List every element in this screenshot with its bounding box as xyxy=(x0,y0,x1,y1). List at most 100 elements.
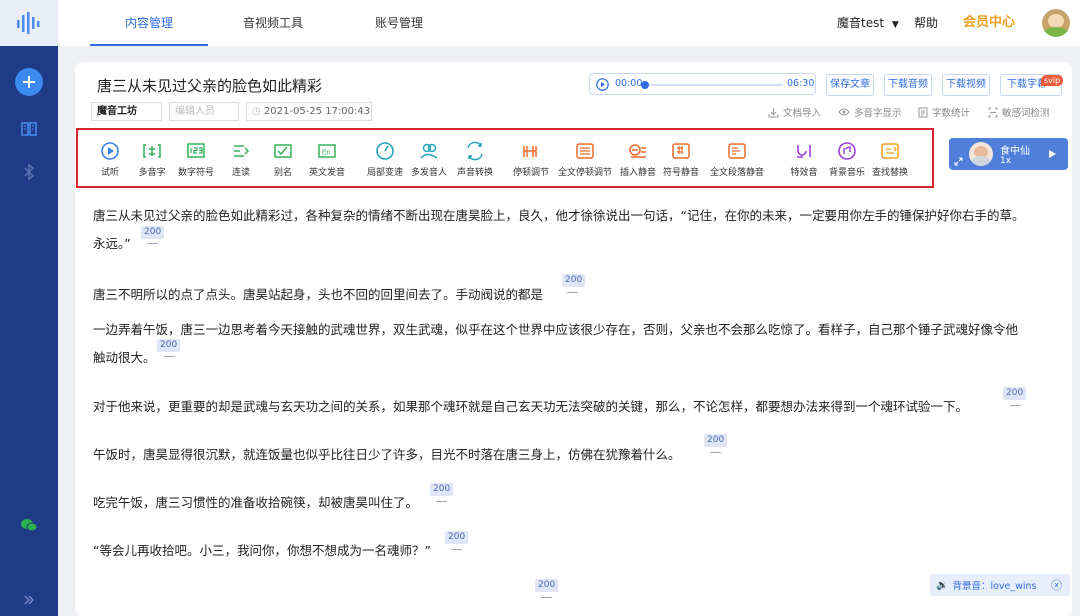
paragraph[interactable]: “等会儿再收拾吧。小三，我问你，你想不想成为一名魂师？” xyxy=(93,537,431,565)
pause-tag[interactable]: 200 xyxy=(562,274,586,287)
wechat-icon xyxy=(21,519,37,532)
top-bar: 内容管理 音视频工具 账号管理 魔音test ▼ 帮助 会员中心 xyxy=(58,0,1080,46)
word-count-button[interactable]: 字数统计 xyxy=(918,105,970,119)
bluetooth-audio-icon xyxy=(24,163,35,181)
speaker-icon: 🔉 xyxy=(936,579,949,591)
alias-icon xyxy=(274,144,292,158)
svg-text:En: En xyxy=(322,150,331,157)
paragraph[interactable]: 唐三从未见过父亲的脸色如此精彩过，各种复杂的情绪不断出现在唐昊脸上，良久，他才徐… xyxy=(93,202,1024,258)
sensitive-word-button[interactable]: 敏感词检测 xyxy=(988,105,1050,119)
voice-speed: 1x xyxy=(1000,156,1012,166)
close-icon[interactable]: ⓧ xyxy=(1051,577,1062,593)
paragraph[interactable]: 午饭时，唐昊显得很沉默，就连饭量也似乎比往日少了许多，目光不时落在唐三身上，仿佛… xyxy=(93,441,681,469)
tab-account[interactable]: 账号管理 xyxy=(340,0,458,46)
liaison-icon xyxy=(234,145,250,157)
show-polyphone-button[interactable]: 多音字显示 xyxy=(838,105,902,119)
paragraph-line[interactable]: 触动很大。 xyxy=(93,344,1018,372)
paragraph[interactable]: 一边弄着午饭，唐三一边思考着今天接触的武魂世界，双生武魂，似乎在这个世界中应该很… xyxy=(93,316,1018,372)
pause-adjust-icon xyxy=(523,146,537,157)
tool-label: 试听 xyxy=(100,168,119,178)
paragraph-line[interactable]: 对于他来说，更重要的却是武魂与玄天功之间的关系，如果那个魂环就是自己玄天功无法突… xyxy=(93,393,968,421)
expand-icon[interactable] xyxy=(954,157,963,166)
tool-english[interactable]: En 英文发音 xyxy=(299,141,355,178)
sidebar-item-audio[interactable] xyxy=(0,163,58,181)
speed-icon xyxy=(376,142,394,160)
bgm-label: 背景音：love_wins xyxy=(952,581,1037,592)
tool-label: 多发音人 xyxy=(410,168,447,178)
background-music-bar[interactable]: 🔉 背景音：love_wins ⓧ xyxy=(930,574,1070,596)
paragraph[interactable]: 唐三不明所以的点了点头。唐昊站起身，头也不回的回里间去了。手动阀说的都是 xyxy=(93,281,543,309)
tool-label: 全文段落静音 xyxy=(709,168,764,178)
paragraph-line[interactable]: 一边弄着午饭，唐三一边思考着今天接触的武魂世界，双生武魂，似乎在这个世界中应该很… xyxy=(93,316,1018,344)
english-icon: En xyxy=(318,144,336,158)
pause-tag[interactable]: 200 xyxy=(1003,387,1027,400)
audio-progress-track[interactable] xyxy=(641,81,783,89)
polyphone-icon xyxy=(143,144,161,158)
pause-marker xyxy=(436,501,447,502)
tab-content[interactable]: 内容管理 xyxy=(90,0,208,46)
tool-label: 全文停顿调节 xyxy=(557,168,612,178)
vip-center-link[interactable]: 会员中心 xyxy=(963,0,1015,46)
play-circle-icon[interactable] xyxy=(596,78,609,91)
insert-silence-icon xyxy=(629,144,646,158)
paragraph-line[interactable]: 吃完午饭，唐三习惯性的准备收拾碗筷，却被唐昊叫住了。 xyxy=(93,489,418,517)
save-article-button[interactable]: 保存文章 xyxy=(826,74,874,96)
sensitive-word-label: 敏感词检测 xyxy=(1002,108,1050,119)
download-audio-button[interactable]: 下载音频 xyxy=(884,74,932,96)
tab-av-tools[interactable]: 音视频工具 xyxy=(214,0,332,46)
pause-tag[interactable]: 200 xyxy=(704,434,728,447)
audio-progress-knob[interactable] xyxy=(641,81,649,89)
date-field[interactable]: ◷ 2021-05-25 17:00:43 xyxy=(246,102,372,121)
avatar[interactable] xyxy=(1042,9,1070,37)
document-title[interactable]: 唐三从未见过父亲的脸色如此精彩 xyxy=(97,75,322,96)
pause-tag[interactable]: 200 xyxy=(141,226,165,239)
tool-full-pause[interactable]: 全文停顿调节 xyxy=(557,141,613,178)
audio-duration: 06:30 xyxy=(787,78,815,89)
editor-field[interactable]: 编辑人员 xyxy=(169,102,239,121)
tool-label: 符号静音 xyxy=(662,168,699,178)
svip-badge: svip xyxy=(1041,75,1064,86)
audio-current-time: 00:00 xyxy=(615,78,643,89)
expand-button[interactable] xyxy=(0,594,58,606)
paragraph-line[interactable]: 永远。” xyxy=(93,230,1024,258)
paragraph-line[interactable]: “等会儿再收拾吧。小三，我问你，你想不想成为一名魂师？” xyxy=(93,537,431,565)
play-icon[interactable] xyxy=(1048,149,1057,159)
tool-find-replace[interactable]: 查找替换 xyxy=(862,141,918,178)
pause-tag[interactable]: 200 xyxy=(445,531,469,544)
paragraph-line[interactable]: 唐三从未见过父亲的脸色如此精彩过，各种复杂的情绪不断出现在唐昊脸上，良久，他才徐… xyxy=(93,202,1024,230)
paragraph[interactable]: 对于他来说，更重要的却是武魂与玄天功之间的关系，如果那个魂环就是自己玄天功无法突… xyxy=(93,393,968,421)
paragraph-line[interactable]: 唐三不明所以的点了点头。唐昊站起身，头也不回的回里间去了。手动阀说的都是 xyxy=(93,281,543,309)
pause-marker xyxy=(451,549,462,550)
pause-tag[interactable]: 200 xyxy=(157,339,181,352)
import-document-button[interactable]: 文档导入 xyxy=(768,105,821,119)
book-icon xyxy=(21,122,37,136)
user-menu[interactable]: 魔音test ▼ xyxy=(837,0,899,46)
wechat-button[interactable] xyxy=(0,518,58,532)
tool-voice-convert[interactable]: 声音转换 xyxy=(447,141,503,178)
tool-label: 插入静音 xyxy=(619,168,656,178)
source-field[interactable]: 魔音工坊 xyxy=(91,102,162,121)
tool-label: 别名 xyxy=(273,168,292,178)
date-value: 2021-05-25 17:00:43 xyxy=(263,106,371,117)
voice-convert-icon xyxy=(467,141,483,161)
sound-effect-icon xyxy=(797,145,811,158)
new-button[interactable] xyxy=(0,68,58,96)
sidebar-item-documents[interactable] xyxy=(0,120,58,138)
download-video-button[interactable]: 下载视频 xyxy=(942,74,990,96)
paragraph[interactable]: 吃完午饭，唐三习惯性的准备收拾碗筷，却被唐昊叫住了。 xyxy=(93,489,418,517)
app-logo[interactable] xyxy=(0,0,58,46)
double-chevron-right-icon xyxy=(24,595,34,605)
tool-label: 多音字 xyxy=(138,168,166,178)
tool-symbol-silence[interactable]: 符号静音 xyxy=(653,141,709,178)
bgm-icon xyxy=(838,142,856,160)
plus-icon xyxy=(23,76,35,88)
tool-pause-adjust[interactable]: 停顿调节 xyxy=(503,141,559,178)
tool-paragraph-silence[interactable]: 全文段落静音 xyxy=(709,141,765,178)
pause-tag[interactable]: 200 xyxy=(535,579,559,592)
pause-tag[interactable]: 200 xyxy=(430,483,454,496)
paragraph-line[interactable]: 午饭时，唐昊显得很沉默，就连饭量也似乎比往日少了许多，目光不时落在唐三身上，仿佛… xyxy=(93,441,681,469)
number-icon xyxy=(187,143,205,158)
help-link[interactable]: 帮助 xyxy=(914,0,938,46)
pause-marker xyxy=(567,292,578,293)
voice-selector[interactable]: 食中仙 1x xyxy=(949,138,1068,170)
